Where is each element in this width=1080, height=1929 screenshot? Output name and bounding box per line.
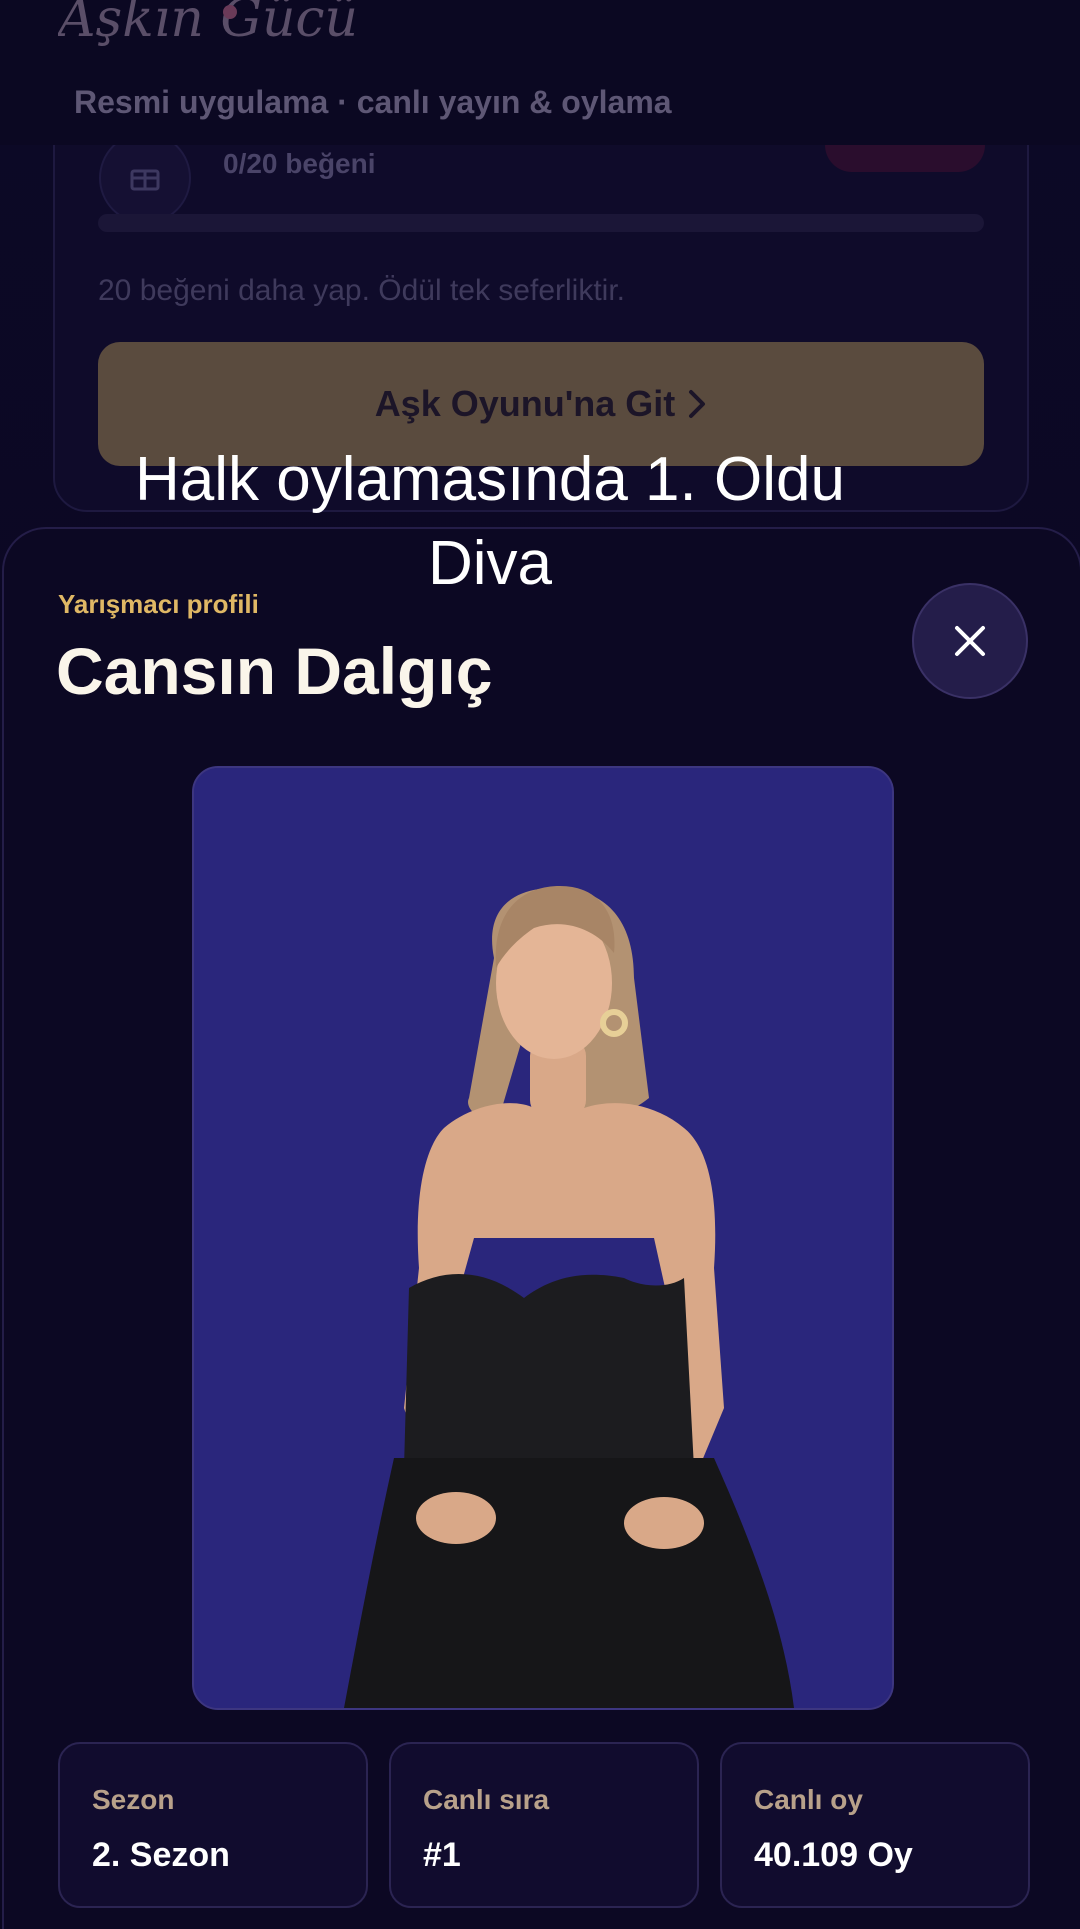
logo-text: Aşkın Gücü [58, 0, 358, 49]
app-header: Aşkın Gücü Resmi uygulama · canlı yayın … [0, 0, 1080, 145]
stat-card-live-votes: Canlı oy 40.109 Oy [720, 1742, 1030, 1908]
contestant-photo [192, 766, 894, 1710]
close-icon [955, 626, 985, 656]
contestant-profile-sheet: Yarışmacı profili Cansın Dalgıç Sezon 2.… [2, 527, 1080, 1929]
stat-label-live-rank: Canlı sıra [423, 1784, 550, 1815]
like-count: 0/20 beğeni [223, 148, 376, 179]
reward-hint: 20 beğeni daha yap. Ödül tek seferliktir… [98, 274, 625, 307]
logo-heart-icon [223, 5, 237, 19]
stat-value-live-rank: #1 [423, 1836, 461, 1874]
gift-badge [99, 132, 191, 224]
love-game-button-label: Aşk Oyunu'na Git [374, 383, 676, 424]
stat-value-live-votes: 40.109 Oy [754, 1836, 913, 1874]
stat-card-live-rank: Canlı sıra #1 [389, 1742, 699, 1908]
stat-value-season: 2. Sezon [92, 1836, 230, 1874]
contestant-name: Cansın Dalgıç [56, 634, 493, 708]
gift-icon [130, 169, 160, 191]
caption-line-1: Halk oylamasında 1. Oldu [135, 445, 845, 514]
chevron-right-icon [689, 390, 706, 418]
stat-label-live-votes: Canlı oy [754, 1784, 863, 1815]
video-caption: Halk oylamasında 1. Oldu Diva [40, 438, 940, 606]
stat-card-season: Sezon 2. Sezon [58, 1742, 368, 1908]
header-subtitle: Resmi uygulama · canlı yayın & oylama [74, 84, 672, 120]
app-logo[interactable]: Aşkın Gücü [58, 0, 398, 60]
like-progress-bar [98, 214, 984, 232]
caption-line-2: Diva [427, 529, 553, 598]
contestant-photo-illustration [194, 768, 892, 1708]
stat-label-season: Sezon [92, 1784, 175, 1815]
